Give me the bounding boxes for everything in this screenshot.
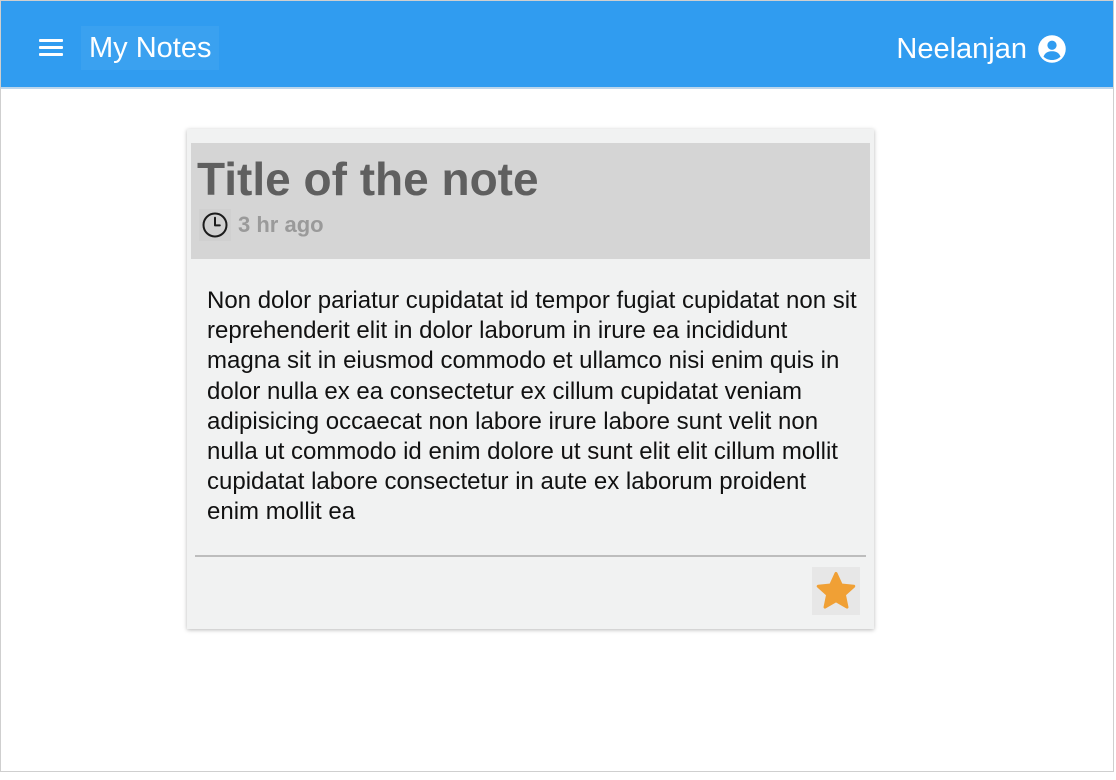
app-window: My Notes Neelanjan Title of the note 3 h… (0, 0, 1114, 772)
clock-icon (199, 209, 231, 241)
note-divider (195, 555, 866, 557)
favorite-button[interactable] (812, 567, 860, 615)
app-title: My Notes (81, 26, 220, 70)
user-account[interactable]: Neelanjan (896, 25, 1067, 73)
note-body: Non dolor pariatur cupidatat id tempor f… (207, 287, 857, 526)
star-icon (816, 571, 856, 609)
note-title: Title of the note (197, 153, 539, 205)
app-bar: My Notes Neelanjan (1, 1, 1113, 89)
account-circle-icon (1038, 35, 1066, 63)
note-header: Title of the note 3 hr ago (191, 143, 870, 259)
menu-button[interactable] (31, 31, 71, 67)
note-timestamp: 3 hr ago (238, 212, 324, 237)
user-name: Neelanjan (896, 32, 1027, 65)
note-card[interactable]: Title of the note 3 hr ago Non dolor par… (187, 129, 874, 629)
hamburger-menu-icon (39, 39, 63, 42)
